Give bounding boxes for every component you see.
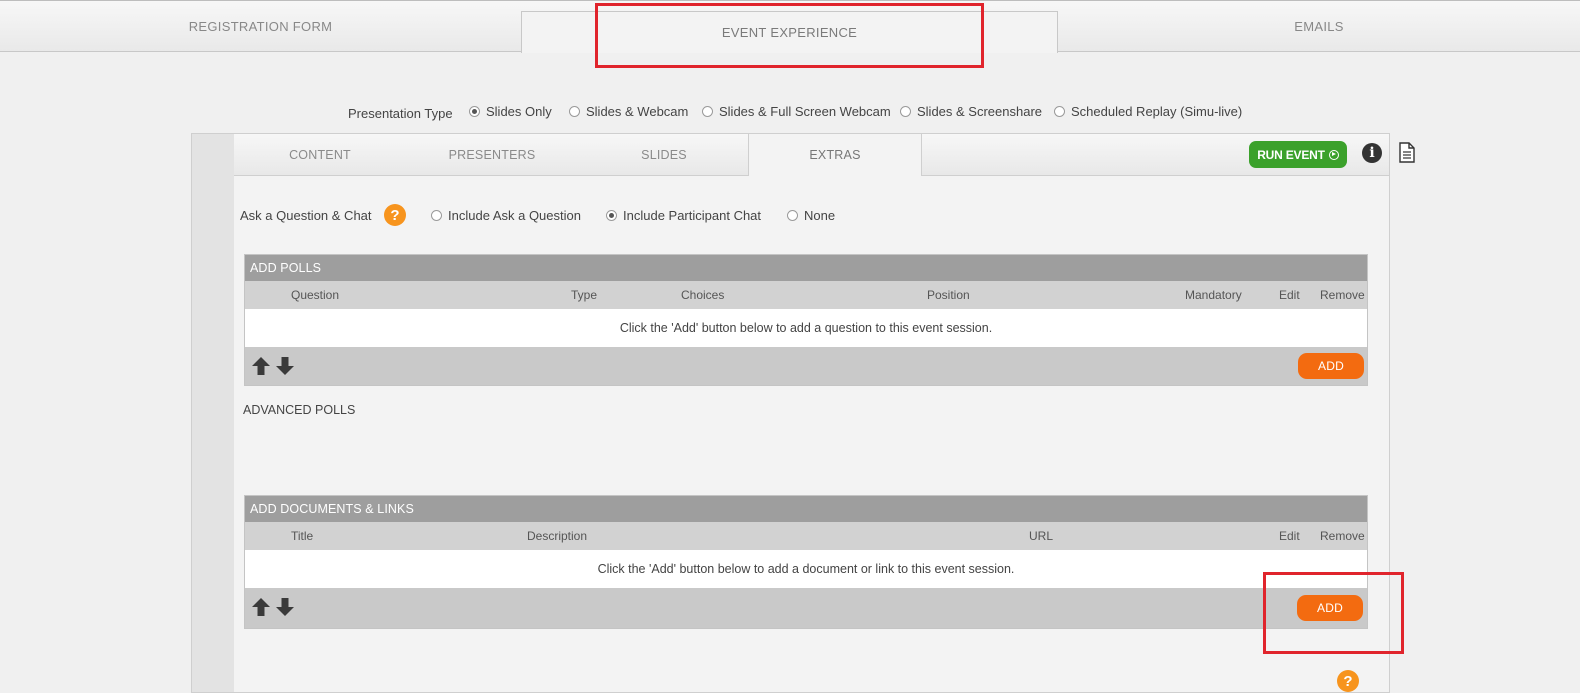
add-document-button[interactable]: ADD [1297, 595, 1363, 621]
polls-table-footer: ADD [245, 347, 1367, 385]
arrow-down-icon[interactable] [274, 596, 296, 618]
empty-message: Click the 'Add' button below to add a do… [597, 562, 1015, 576]
radio-button[interactable] [787, 210, 798, 221]
radio-none[interactable]: None [787, 208, 835, 223]
column-header: Position [927, 288, 970, 302]
run-event-label: RUN EVENT [1257, 147, 1325, 162]
radio-button[interactable] [431, 210, 442, 221]
tab-label: EVENT EXPERIENCE [721, 25, 858, 40]
tab-content[interactable]: CONTENT [234, 134, 406, 175]
ask-question-chat-row: Ask a Question & Chat ? Include Ask a Qu… [240, 204, 940, 228]
empty-message: Click the 'Add' button below to add a qu… [619, 321, 993, 335]
radio-label: Slides Only [486, 104, 552, 119]
help-icon[interactable]: ? [384, 204, 406, 226]
arrow-up-icon[interactable] [250, 355, 272, 377]
radio-label: Include Participant Chat [623, 208, 762, 223]
play-circle-icon [1328, 149, 1339, 160]
radio-label: Slides & Webcam [586, 104, 689, 119]
arrow-up-icon[interactable] [250, 596, 272, 618]
tab-emails[interactable]: EMAILS [1058, 1, 1580, 52]
polls-table-title: ADD POLLS [245, 255, 1367, 281]
add-label: ADD [1317, 601, 1343, 615]
radio-button[interactable] [1054, 106, 1065, 117]
radio-slides-webcam[interactable]: Slides & Webcam [569, 104, 688, 119]
column-header: Remove [1320, 529, 1365, 543]
tab-presenters[interactable]: PRESENTERS [406, 134, 578, 175]
column-header: Edit [1279, 529, 1300, 543]
tab-label: EMAILS [1294, 19, 1344, 34]
radio-label: Include Ask a Question [448, 208, 581, 223]
tab-label: REGISTRATION FORM [188, 19, 333, 34]
ask-question-chat-label: Ask a Question & Chat [240, 208, 372, 223]
radio-slides-screenshare[interactable]: Slides & Screenshare [900, 104, 1042, 119]
radio-button[interactable] [900, 106, 911, 117]
radio-label: Slides & Screenshare [917, 104, 1043, 119]
documents-table-header: Title Description URL Edit Remove [245, 522, 1367, 550]
tab-slides[interactable]: SLIDES [578, 134, 750, 175]
run-event-button[interactable]: RUN EVENT [1249, 141, 1347, 168]
presentation-type-label: Presentation Type [348, 106, 453, 121]
documents-empty-row: Click the 'Add' button below to add a do… [245, 550, 1367, 588]
column-header: Remove [1320, 288, 1365, 302]
extras-panel: CONTENT PRESENTERS SLIDES EXTRAS RUN EVE… [191, 133, 1415, 693]
column-header: Title [291, 529, 314, 543]
column-header: Question [291, 288, 340, 302]
column-header: URL [1029, 529, 1054, 543]
polls-table: ADD POLLS Question Type Choices Position… [244, 254, 1368, 386]
documents-table-footer: ADD [245, 588, 1367, 628]
tab-label: PRESENTERS [448, 147, 536, 162]
radio-button[interactable] [606, 210, 617, 221]
polls-table-header: Question Type Choices Position Mandatory… [245, 281, 1367, 309]
radio-button[interactable] [702, 106, 713, 117]
presentation-type-row: Presentation Type Slides Only Slides & W… [0, 103, 1580, 123]
arrow-down-icon[interactable] [274, 355, 296, 377]
column-header: Mandatory [1185, 288, 1242, 302]
document-icon[interactable] [1399, 142, 1415, 163]
tab-label: SLIDES [641, 147, 687, 162]
radio-button[interactable] [469, 106, 480, 117]
radio-slides-full-screen-webcam[interactable]: Slides & Full Screen Webcam [702, 104, 891, 119]
advanced-polls-label: ADVANCED POLLS [243, 403, 356, 417]
tab-extras[interactable]: EXTRAS [748, 134, 922, 176]
radio-label: None [804, 208, 836, 223]
top-tab-bar: REGISTRATION FORM EVENT EXPERIENCE EMAIL… [0, 0, 1580, 53]
add-label: ADD [1318, 359, 1344, 373]
documents-table: ADD DOCUMENTS & LINKS Title Description … [244, 495, 1368, 629]
radio-label: Scheduled Replay (Simu-live) [1071, 104, 1243, 119]
panel-side-rail [192, 134, 234, 692]
column-header: Description [527, 529, 588, 543]
radio-slides-only[interactable]: Slides Only [469, 104, 552, 119]
documents-table-title: ADD DOCUMENTS & LINKS [245, 496, 1367, 522]
add-poll-button[interactable]: ADD [1298, 353, 1364, 379]
tab-label: EXTRAS [809, 148, 861, 162]
column-header: Type [571, 288, 598, 302]
radio-scheduled-replay[interactable]: Scheduled Replay (Simu-live) [1054, 104, 1242, 119]
column-header: Edit [1279, 288, 1300, 302]
tab-event-experience[interactable]: EVENT EXPERIENCE [521, 11, 1058, 53]
help-icon[interactable]: ? [1337, 670, 1359, 692]
info-icon[interactable]: i [1362, 143, 1382, 163]
radio-include-ask-question[interactable]: Include Ask a Question [431, 208, 581, 223]
polls-empty-row: Click the 'Add' button below to add a qu… [245, 309, 1367, 347]
tab-label: CONTENT [289, 147, 351, 162]
column-header: Choices [681, 288, 725, 302]
sub-tab-bar: CONTENT PRESENTERS SLIDES EXTRAS RUN EVE… [234, 134, 1415, 176]
tab-registration-form[interactable]: REGISTRATION FORM [0, 1, 521, 52]
radio-include-participant-chat[interactable]: Include Participant Chat [606, 208, 761, 223]
radio-button[interactable] [569, 106, 580, 117]
radio-label: Slides & Full Screen Webcam [719, 104, 891, 119]
